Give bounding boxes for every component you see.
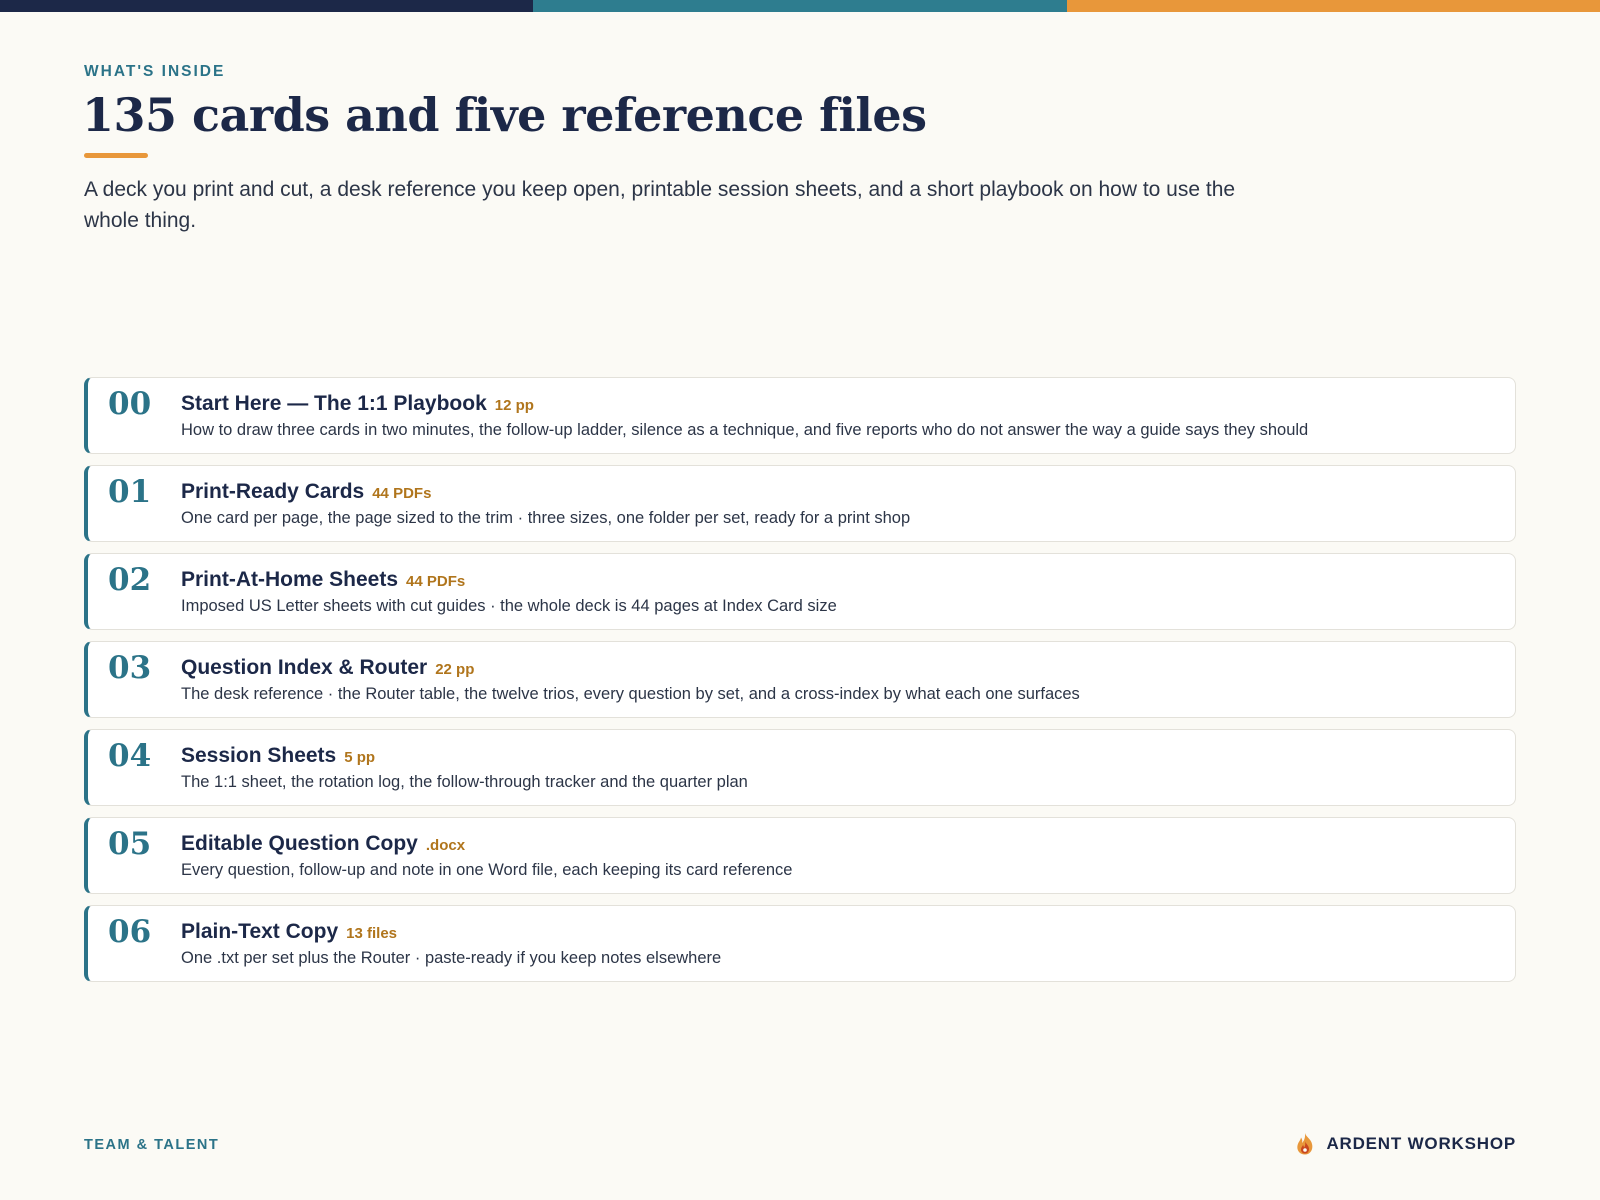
item-number: 06 — [108, 914, 152, 950]
item-tag: .docx — [425, 837, 466, 854]
item-title: Print-At-Home Sheets — [181, 568, 399, 591]
item-number: 03 — [108, 650, 152, 686]
section-eyebrow: WHAT'S INSIDE — [84, 63, 226, 80]
item-header: Print-Ready Cards 44 PDFs — [181, 480, 431, 504]
item-header: Question Index & Router 22 pp — [181, 656, 474, 680]
item-description: How to draw three cards in two minutes, … — [181, 421, 1309, 439]
item-number: 02 — [108, 562, 152, 598]
item-description: Imposed US Letter sheets with cut guides… — [181, 597, 837, 615]
item-description: The desk reference · the Router table, t… — [181, 685, 1080, 703]
item-description: Every question, follow-up and note in on… — [181, 861, 793, 879]
intro-paragraph: A deck you print and cut, a desk referen… — [84, 178, 1236, 232]
contents-item: 02 Print-At-Home Sheets 44 PDFs Imposed U… — [84, 553, 1516, 630]
item-tag: 5 pp — [344, 749, 376, 766]
item-number: 00 — [108, 386, 152, 422]
item-tag: 22 pp — [435, 661, 475, 678]
item-header: Print-At-Home Sheets 44 PDFs — [181, 568, 465, 592]
item-tag: 13 files — [346, 925, 398, 942]
item-number: 01 — [108, 474, 152, 510]
contents-item: 04 Session Sheets 5 pp The 1:1 sheet, the… — [84, 729, 1516, 806]
contents-item: 01 Print-Ready Cards 44 PDFs One card per… — [84, 465, 1516, 542]
item-title: Session Sheets — [181, 744, 337, 767]
item-number: 05 — [108, 826, 152, 862]
flame-icon — [1297, 1133, 1313, 1155]
item-header: Editable Question Copy .docx — [181, 832, 465, 856]
contents-item: 05 Editable Question Copy .docx Every que… — [84, 817, 1516, 894]
item-title: Editable Question Copy — [181, 832, 418, 855]
page: WHAT'S INSIDE 135 cards and five referen… — [0, 0, 1600, 1200]
footer-category: TEAM & TALENT — [84, 1137, 220, 1153]
contents-item: 06 Plain-Text Copy 13 files One .txt per … — [84, 905, 1516, 982]
contents-list: 00 Start Here — The 1:1 Playbook 12 pp Ho… — [84, 377, 1516, 993]
item-title: Plain-Text Copy — [181, 920, 339, 943]
item-number: 04 — [108, 738, 152, 774]
contents-item: 03 Question Index & Router 22 pp The desk… — [84, 641, 1516, 718]
item-tag: 44 PDFs — [406, 573, 466, 590]
item-title: Print-Ready Cards — [181, 480, 365, 503]
page-title: 135 cards and five reference files — [82, 88, 927, 142]
item-header: Start Here — The 1:1 Playbook 12 pp — [181, 392, 534, 416]
title-underline — [84, 153, 148, 158]
item-description: One .txt per set plus the Router · paste… — [181, 949, 722, 967]
item-header: Session Sheets 5 pp — [181, 744, 375, 768]
item-title: Question Index & Router — [181, 656, 428, 679]
contents-item: 00 Start Here — The 1:1 Playbook 12 pp Ho… — [84, 377, 1516, 454]
footer-brand: ARDENT WORKSHOP — [1294, 1132, 1516, 1156]
item-title: Start Here — The 1:1 Playbook — [181, 392, 487, 415]
top-bar-orange-segment — [1066, 0, 1600, 12]
item-description: The 1:1 sheet, the rotation log, the fol… — [181, 773, 748, 791]
item-tag: 44 PDFs — [372, 485, 432, 502]
item-tag: 12 pp — [494, 397, 534, 414]
top-bar-navy-segment — [0, 0, 534, 12]
item-description: One card per page, the page sized to the… — [181, 509, 911, 527]
brand-name: ARDENT WORKSHOP — [1326, 1134, 1516, 1153]
item-header: Plain-Text Copy 13 files — [181, 920, 397, 944]
top-color-bar — [0, 0, 1600, 12]
top-bar-teal-segment — [533, 0, 1067, 12]
